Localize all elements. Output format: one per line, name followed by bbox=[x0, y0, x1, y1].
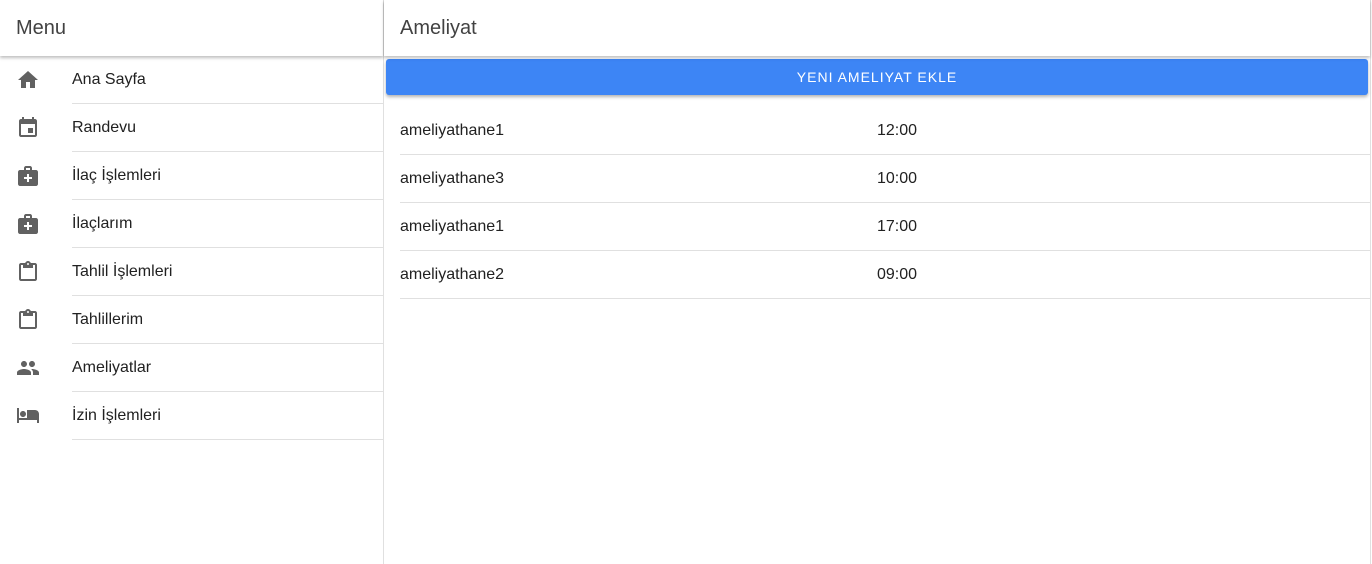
list-item[interactable]: ameliyathane3 10:00 bbox=[400, 155, 1370, 203]
operating-room: ameliyathane1 bbox=[400, 121, 505, 139]
add-surgery-button[interactable]: YENI AMELIYAT EKLE bbox=[386, 59, 1368, 95]
home-icon bbox=[0, 56, 72, 104]
sidebar-item-tahlil-islemleri[interactable]: Tahlil İşlemleri bbox=[0, 248, 383, 296]
sidebar-item-label: İzin İşlemleri bbox=[72, 407, 161, 424]
sidebar-item-ameliyatlar[interactable]: Ameliyatlar bbox=[0, 344, 383, 392]
sidebar-item-label: Tahlil İşlemleri bbox=[72, 263, 173, 280]
sidebar-item-ilaclarim[interactable]: İlaçlarım bbox=[0, 200, 383, 248]
sidebar-item-ilac-islemleri[interactable]: İlaç İşlemleri bbox=[0, 152, 383, 200]
list-item[interactable]: ameliyathane2 09:00 bbox=[400, 251, 1370, 299]
sidebar-item-izin-islemleri[interactable]: İzin İşlemleri bbox=[0, 392, 383, 440]
medical-bag-icon bbox=[0, 152, 72, 200]
clipboard-icon bbox=[0, 296, 72, 344]
surgery-time: 17:00 bbox=[877, 217, 918, 235]
medical-bag-icon bbox=[0, 200, 72, 248]
surgery-list: ameliyathane1 12:00 ameliyathane3 10:00 … bbox=[400, 107, 1370, 299]
operating-room: ameliyathane3 bbox=[400, 169, 505, 187]
surgery-time: 10:00 bbox=[877, 169, 918, 187]
operating-room: ameliyathane2 bbox=[400, 265, 505, 283]
main-panel: Ameliyat YENI AMELIYAT EKLE ameliyathane… bbox=[384, 0, 1371, 564]
clipboard-icon bbox=[0, 248, 72, 296]
nav-list: Ana Sayfa Randevu İlaç İşlemleri İlaçlar… bbox=[0, 56, 383, 440]
sidebar-item-label: İlaç İşlemleri bbox=[72, 167, 161, 184]
sidebar-item-randevu[interactable]: Randevu bbox=[0, 104, 383, 152]
calendar-icon bbox=[0, 104, 72, 152]
sidebar: Menu Ana Sayfa Randevu İlaç İşlemleri İl… bbox=[0, 0, 384, 564]
sidebar-item-tahlillerim[interactable]: Tahlillerim bbox=[0, 296, 383, 344]
page-title: Ameliyat bbox=[384, 0, 1370, 56]
sidebar-item-label: Randevu bbox=[72, 119, 137, 136]
sidebar-item-label: İlaçlarım bbox=[72, 215, 133, 232]
operating-room: ameliyathane1 bbox=[400, 217, 505, 235]
people-icon bbox=[0, 344, 72, 392]
list-item[interactable]: ameliyathane1 12:00 bbox=[400, 107, 1370, 155]
surgery-time: 12:00 bbox=[877, 121, 918, 139]
bed-icon bbox=[0, 392, 72, 440]
sidebar-item-label: Ana Sayfa bbox=[72, 71, 146, 88]
sidebar-title: Menu bbox=[0, 0, 383, 56]
app: Menu Ana Sayfa Randevu İlaç İşlemleri İl… bbox=[0, 0, 1372, 564]
surgery-time: 09:00 bbox=[877, 265, 918, 283]
sidebar-item-label: Ameliyatlar bbox=[72, 359, 152, 376]
sidebar-item-label: Tahlillerim bbox=[72, 311, 144, 328]
list-item[interactable]: ameliyathane1 17:00 bbox=[400, 203, 1370, 251]
sidebar-item-ana-sayfa[interactable]: Ana Sayfa bbox=[0, 56, 383, 104]
